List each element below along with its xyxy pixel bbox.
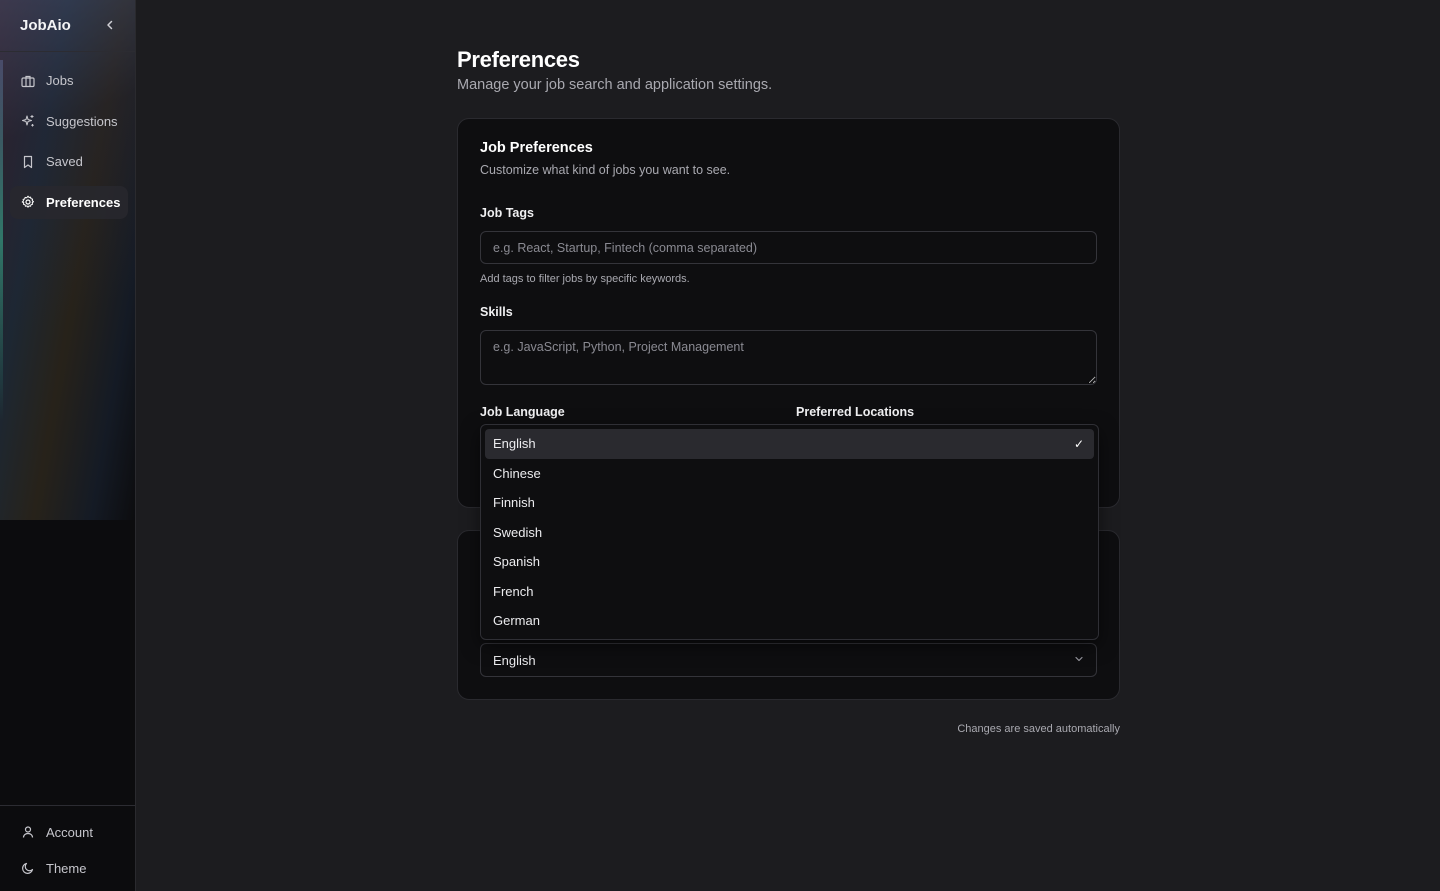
language-option-english[interactable]: English ✓: [485, 429, 1094, 459]
sidebar-item-suggestions[interactable]: Suggestions: [10, 105, 128, 138]
sidebar-item-label: Saved: [46, 154, 83, 169]
sidebar-item-theme[interactable]: Theme: [0, 850, 135, 886]
sidebar-footer: Account Theme: [0, 805, 135, 891]
language-option-finnish[interactable]: Finnish: [485, 488, 1094, 518]
brand-logo[interactable]: JobAio: [20, 17, 71, 34]
preferred-locations-label: Preferred Locations: [796, 405, 915, 419]
language-option-swedish[interactable]: Swedish: [485, 518, 1094, 548]
option-label: English: [493, 436, 536, 452]
sidebar-item-label: Jobs: [46, 73, 74, 88]
language-option-german[interactable]: German: [485, 606, 1094, 636]
skills-label: Skills: [480, 305, 513, 319]
option-label: Swedish: [493, 524, 543, 540]
chevron-down-icon: [1074, 654, 1084, 667]
moon-icon: [20, 860, 36, 876]
sidebar-accent-stripe: [0, 60, 3, 420]
sidebar-header: JobAio: [0, 0, 135, 52]
job-language-label: Job Language: [480, 405, 565, 419]
language-option-spanish[interactable]: Spanish: [485, 547, 1094, 577]
gear-icon: [20, 194, 36, 210]
sidebar: JobAio Jobs Suggestions Saved Preference…: [0, 0, 136, 891]
option-label: Spanish: [493, 554, 540, 570]
sidebar-nav: Jobs Suggestions Saved Preferences: [10, 64, 128, 226]
card-title: Job Preferences: [480, 140, 593, 156]
card-subtitle: Customize what kind of jobs you want to …: [480, 163, 731, 177]
check-icon: ✓: [1073, 436, 1084, 451]
job-tags-help: Add tags to filter jobs by specific keyw…: [480, 273, 690, 285]
chevron-left-icon[interactable]: [104, 18, 116, 34]
option-label: French: [493, 583, 534, 599]
select-value: English: [493, 652, 536, 668]
autosave-note: Changes are saved automatically: [957, 723, 1120, 735]
language-select[interactable]: English: [480, 643, 1097, 677]
sidebar-item-label: Suggestions: [46, 113, 118, 129]
sidebar-item-jobs[interactable]: Jobs: [10, 64, 128, 97]
language-option-chinese[interactable]: Chinese: [485, 459, 1094, 489]
option-label: German: [493, 613, 540, 629]
user-icon: [20, 824, 36, 840]
sparkles-icon: [20, 113, 36, 129]
job-language-dropdown: English ✓ Chinese Finnish Swedish Spanis…: [480, 424, 1099, 640]
language-option-french[interactable]: French: [485, 577, 1094, 607]
job-tags-input[interactable]: [480, 231, 1097, 264]
bookmark-icon: [20, 154, 36, 170]
sidebar-item-saved[interactable]: Saved: [10, 145, 128, 178]
option-label: Chinese: [493, 465, 541, 481]
page-title: Preferences: [457, 47, 580, 72]
sidebar-item-label: Account: [46, 824, 93, 840]
briefcase-icon: [20, 73, 36, 89]
sidebar-item-account[interactable]: Account: [0, 814, 135, 850]
job-tags-label: Job Tags: [480, 206, 534, 220]
option-label: Finnish: [493, 495, 535, 511]
sidebar-item-label: Preferences: [46, 194, 121, 210]
skills-textarea[interactable]: [480, 330, 1097, 385]
sidebar-item-label: Theme: [46, 860, 87, 876]
sidebar-item-preferences[interactable]: Preferences: [10, 185, 128, 219]
page-subtitle: Manage your job search and application s…: [457, 77, 773, 93]
